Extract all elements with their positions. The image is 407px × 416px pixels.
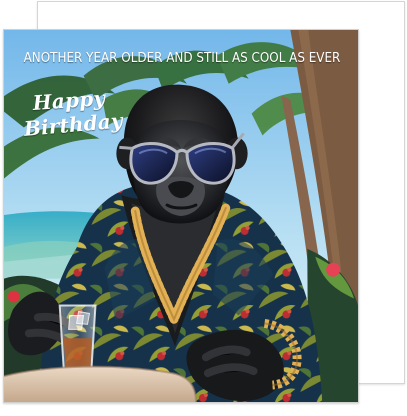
card-headline: ANOTHER YEAR OLDER AND STILL AS COOL AS … xyxy=(23,51,341,66)
gorilla-illustration xyxy=(4,30,358,402)
product-image: ANOTHER YEAR OLDER AND STILL AS COOL AS … xyxy=(0,0,407,416)
birthday-card: ANOTHER YEAR OLDER AND STILL AS COOL AS … xyxy=(3,29,359,403)
